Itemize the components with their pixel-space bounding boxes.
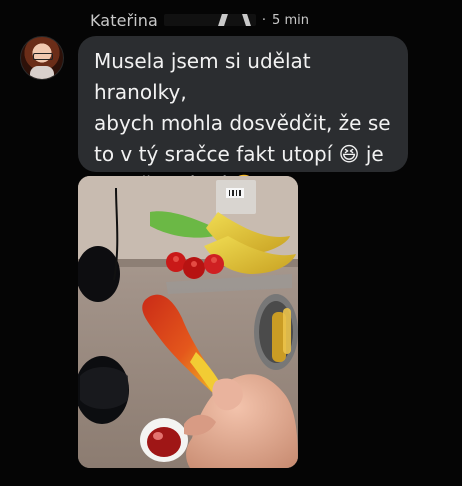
message-bubble[interactable]: Musela jsem si udělat hranolky, abych mo… — [78, 36, 408, 197]
redacted-surname — [163, 14, 256, 26]
header-separator: · — [261, 12, 267, 28]
appliance-lid — [78, 246, 120, 302]
avatar-shirt — [30, 66, 54, 79]
message-timestamp: 5 min — [272, 12, 309, 28]
avatar[interactable] — [20, 36, 64, 80]
photo-attachment[interactable] — [78, 176, 298, 468]
barcode-label — [226, 188, 244, 198]
ketchup — [147, 427, 181, 457]
message-header: Kateřina · 5 min — [90, 9, 309, 31]
tomato — [183, 257, 205, 279]
photo-illustration — [78, 176, 298, 468]
avatar-glasses — [33, 53, 53, 60]
sender-name[interactable]: Kateřina — [90, 11, 158, 30]
chat-screen: Kateřina · 5 min Musela jsem si udělat h… — [0, 0, 462, 486]
